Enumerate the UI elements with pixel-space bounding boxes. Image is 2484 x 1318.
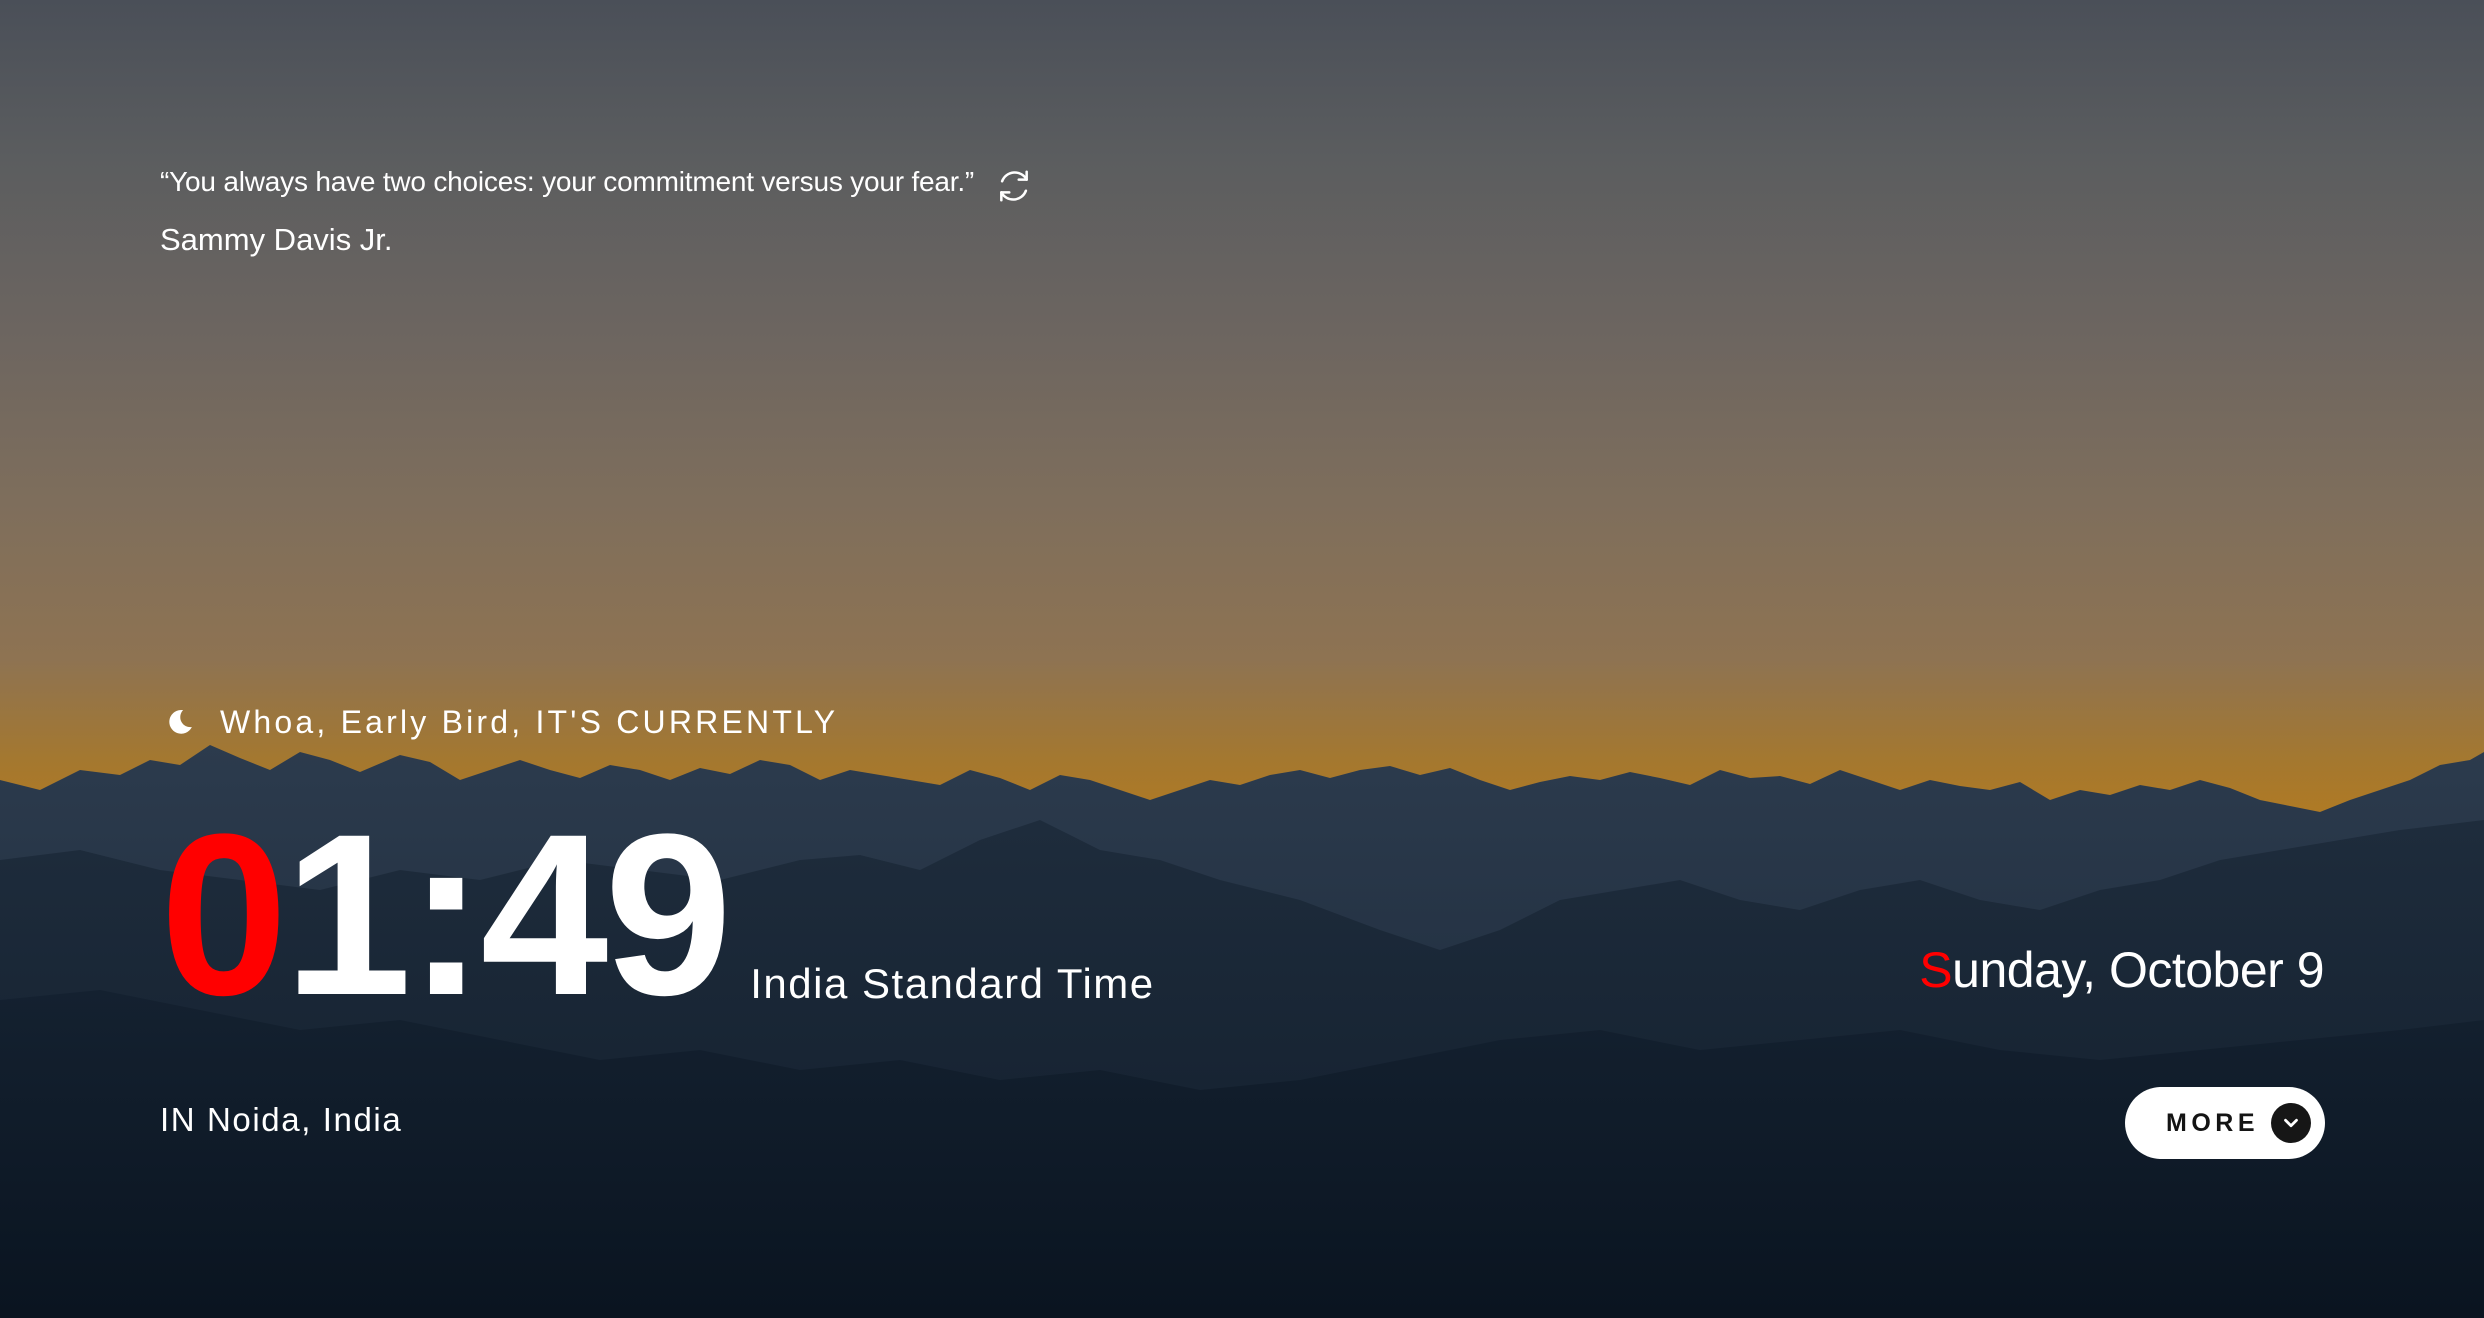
clock-time-rest: 1:49 — [283, 786, 732, 1043]
location-label: IN Noida, India — [160, 1101, 403, 1138]
clock-time: 0 1:49 — [160, 786, 732, 1043]
date-first-letter: S — [1919, 942, 1953, 998]
refresh-icon[interactable] — [994, 166, 1034, 206]
chevron-down-icon — [2271, 1103, 2311, 1143]
more-button-label: MORE — [2166, 1108, 2259, 1137]
quote-author: Sammy Davis Jr. — [160, 222, 393, 257]
greeting: Whoa, Early Bird, IT'S CURRENTLY — [163, 702, 838, 742]
more-button[interactable]: MORE — [2125, 1087, 2325, 1159]
moon-icon — [163, 705, 197, 739]
greeting-text: Whoa, Early Bird, IT'S CURRENTLY — [220, 704, 839, 740]
quote-text: “You always have two choices: your commi… — [160, 166, 975, 197]
date-label: Sunday, October 9 — [1919, 940, 2324, 1000]
clock-row: 0 1:49 India Standard Time — [160, 786, 1155, 1043]
quote-row: “You always have two choices: your commi… — [160, 158, 1160, 206]
clock-time-first-digit: 0 — [160, 786, 288, 1043]
timezone-label: India Standard Time — [750, 960, 1155, 1007]
quote-block: “You always have two choices: your commi… — [160, 158, 1160, 260]
date-rest: unday, October 9 — [1952, 942, 2324, 998]
